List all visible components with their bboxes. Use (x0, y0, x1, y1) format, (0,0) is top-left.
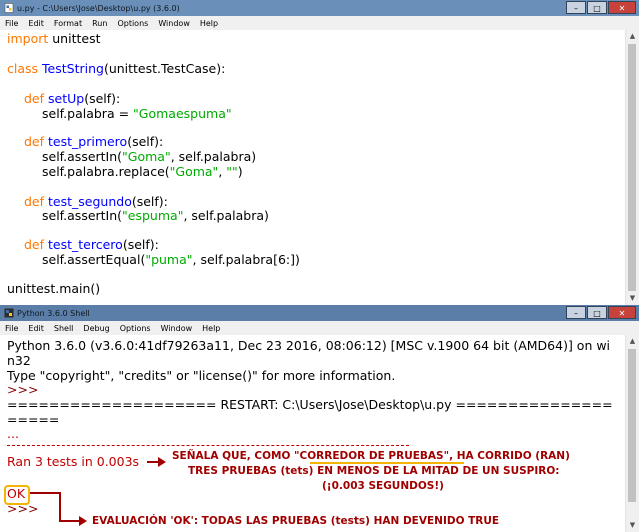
minimize-button[interactable]: – (566, 1, 586, 14)
scroll-up-arrow-icon[interactable]: ▲ (626, 30, 639, 43)
shell-scrollbar[interactable]: ▲ ▼ (625, 335, 639, 532)
editor-titlebar[interactable]: u.py - C:\Users\Jose\Desktop\u.py (3.6.0… (0, 0, 639, 16)
close-button[interactable]: ✕ (608, 1, 636, 14)
annotation-line: EVALUACIÓN 'OK': TODAS LAS PRUEBAS (test… (92, 515, 500, 527)
maximize-button[interactable]: □ (587, 1, 607, 14)
code-line: unittest.main() (7, 281, 101, 296)
code-line: def test_primero(self): (24, 134, 164, 149)
code-line: import unittest (7, 31, 101, 46)
menu-debug[interactable]: Debug (78, 324, 114, 333)
menu-shell[interactable]: Shell (49, 324, 79, 333)
menu-format[interactable]: Format (49, 19, 87, 28)
code-line: self.assertEqual("puma", self.palabra[6:… (42, 252, 300, 267)
menu-options[interactable]: Options (112, 19, 153, 28)
menu-window[interactable]: Window (153, 19, 195, 28)
scroll-up-arrow-icon[interactable]: ▲ (626, 335, 639, 348)
code-line: def setUp(self): (24, 91, 121, 106)
menu-edit[interactable]: Edit (23, 19, 49, 28)
code-line: self.assertIn("espuma", self.palabra) (42, 208, 269, 223)
shell-title: Python 3.6.0 Shell (17, 308, 90, 318)
editor-scrollbar[interactable]: ▲ ▼ (625, 30, 639, 305)
menu-run[interactable]: Run (87, 19, 112, 28)
minimize-button[interactable]: – (566, 306, 586, 319)
annotation-arrows (30, 457, 464, 526)
editor-title: u.py - C:\Users\Jose\Desktop\u.py (3.6.0… (17, 3, 180, 13)
annotation-line: TRES PRUEBAS (tets) EN MENOS DE LA MITAD… (188, 465, 560, 477)
maximize-button[interactable]: □ (587, 306, 607, 319)
shell-titlebar[interactable]: Python 3.6.0 Shell – □ ✕ (0, 305, 639, 321)
menu-file[interactable]: File (0, 324, 23, 333)
editor-window: u.py - C:\Users\Jose\Desktop\u.py (3.6.0… (0, 0, 639, 305)
shell-output[interactable]: Python 3.6.0 (v3.6.0:41df79263a11, Dec 2… (0, 335, 626, 532)
menu-help[interactable]: Help (197, 324, 225, 333)
python-shell-icon (4, 308, 14, 318)
shell-window: Python 3.6.0 Shell – □ ✕ File Edit Shell… (0, 305, 639, 532)
code-line: def test_tercero(self): (24, 237, 159, 252)
editor-menubar: File Edit Format Run Options Window Help (0, 16, 639, 31)
python-file-icon (4, 3, 14, 13)
annotation-line: SEÑALA QUE, COMO "CORREDOR DE PRUEBAS", … (172, 450, 570, 462)
menu-help[interactable]: Help (195, 19, 223, 28)
menu-file[interactable]: File (0, 19, 23, 28)
code-line: class TestString(unittest.TestCase): (7, 61, 226, 76)
code-line: self.assertIn("Goma", self.palabra) (42, 149, 257, 164)
menu-edit[interactable]: Edit (23, 324, 49, 333)
close-button[interactable]: ✕ (608, 306, 636, 319)
scroll-down-arrow-icon[interactable]: ▼ (626, 519, 639, 532)
annotation-line: (¡0.003 SEGUNDOS!) (322, 480, 444, 492)
menu-options[interactable]: Options (115, 324, 156, 333)
code-editor[interactable]: import unittest class TestString(unittes… (0, 30, 626, 305)
code-line: self.palabra = "Gomaespuma" (42, 106, 232, 121)
scrollbar-thumb[interactable] (628, 44, 636, 291)
scroll-down-arrow-icon[interactable]: ▼ (626, 292, 639, 305)
scrollbar-thumb[interactable] (628, 349, 636, 502)
shell-menubar: File Edit Shell Debug Options Window Hel… (0, 321, 639, 336)
code-line: self.palabra.replace("Goma", "") (42, 164, 243, 179)
menu-window[interactable]: Window (156, 324, 198, 333)
